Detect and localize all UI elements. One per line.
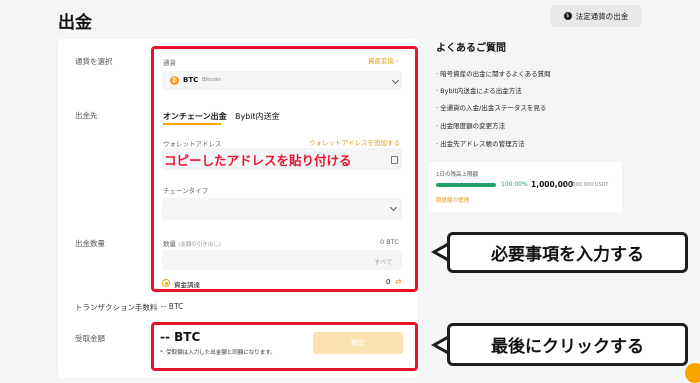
receive-amount: -- BTC (160, 330, 201, 344)
faq-item-text: 暗号資産の出金に関するよくある質問 (440, 70, 551, 78)
quantity-label: 数量 (金額の引き出し) (163, 238, 221, 248)
receive-note: *. 受取額は入力した出金額と同額になります。 (160, 350, 276, 356)
asset-convert-label: 資産変換 (368, 57, 394, 65)
bitcoin-icon: ₿ (170, 76, 179, 85)
fiat-withdraw-button[interactable]: $ 法定通貨の出金 (551, 5, 641, 27)
selected-coin-name: Bitcoin (202, 77, 221, 83)
quantity-hint: (金額の引き出し) (178, 242, 221, 248)
currency-field-label: 通貨 (163, 59, 176, 67)
faq-item[interactable]: · 出金先アドレス帳の管理方法 (436, 138, 525, 148)
faq-item[interactable]: · 暗号資産の出金に関するよくある質問 (436, 68, 551, 78)
faq-item[interactable]: · 出金限度額の変更方法 (436, 120, 505, 130)
receive-label: 受取金額 (75, 334, 105, 343)
limit-percent: 100.00% (501, 181, 528, 188)
active-tab-indicator (163, 123, 221, 125)
callout-click: 最後にクリックする (447, 323, 688, 366)
faq-item-text: Bybit内送金による出金方法 (440, 87, 522, 95)
limit-total: /1,000,000 USDT (566, 182, 609, 188)
paste-icon[interactable] (391, 156, 398, 164)
paste-address-annotation: コピーしたアドレスを貼り付ける (164, 153, 352, 168)
quantity-input[interactable] (162, 250, 402, 270)
funding-value: 0 (386, 278, 391, 286)
fiat-withdraw-label: 法定通貨の出金 (575, 11, 629, 21)
select-currency-label: 通貨を選択 (75, 57, 113, 66)
destination-label: 出金先 (75, 111, 98, 120)
funding-label: 資金調達 (174, 281, 200, 289)
quantity-balance: 0 BTC (380, 238, 399, 246)
swap-icon[interactable]: ⇄ (395, 277, 401, 286)
add-wallet-address-link[interactable]: ウォレットアドレスを追加する (309, 137, 400, 147)
faq-title: よくあるご質問 (436, 43, 506, 54)
chat-support-button[interactable] (685, 363, 700, 383)
funding-radio[interactable] (162, 279, 170, 287)
page-title: 出金 (58, 13, 92, 33)
amount-label: 出金数量 (75, 239, 105, 248)
asset-convert-link[interactable]: 資産変換 › (368, 55, 399, 65)
limit-progress-bar (436, 183, 496, 187)
limit-label: 1日の残高上限額 (436, 172, 478, 178)
callout-input: 必要事項を入力する (447, 232, 688, 273)
fee-value: -- BTC (161, 302, 184, 311)
confirm-button[interactable]: 確定 (313, 332, 403, 354)
tab-internal-transfer[interactable]: Bybit内送金 (235, 111, 280, 122)
selected-coin: BTC (183, 76, 199, 84)
tab-onchain[interactable]: オンチェーン出金 (163, 111, 227, 122)
faq-item-text: 全通貨の入金/出金ステータスを見る (440, 104, 547, 112)
quantity-label-text: 数量 (163, 240, 176, 248)
currency-icon: $ (563, 12, 572, 20)
max-button[interactable]: すべて (374, 256, 393, 266)
faq-item[interactable]: · Bybit内送金による出金方法 (436, 85, 522, 95)
wallet-address-label: ウォレットアドレス (163, 140, 222, 148)
chain-type-label: チェーンタイプ (163, 187, 209, 195)
faq-item-text: 出金限度額の変更方法 (440, 122, 506, 130)
limit-manage-link[interactable]: 限度額の管理 (436, 196, 469, 204)
faq-item-text: 出金先アドレス帳の管理方法 (440, 140, 525, 148)
faq-item[interactable]: · 全通貨の入金/出金ステータスを見る (436, 102, 546, 112)
fee-label: トランザクション手数料 (75, 303, 158, 312)
chain-type-select[interactable] (162, 198, 402, 220)
arrow-right-icon: › (396, 57, 399, 65)
